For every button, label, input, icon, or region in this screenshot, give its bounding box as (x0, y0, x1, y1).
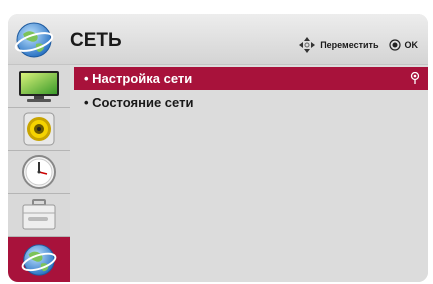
ok-button-icon (388, 39, 401, 51)
sidebar-item-network[interactable] (8, 237, 70, 282)
sidebar-item-time[interactable] (8, 151, 70, 194)
menu-panel: • Настройка сети • Состояние сети (70, 65, 428, 282)
page-title: СЕТЬ (70, 30, 122, 51)
sidebar-item-picture[interactable] (8, 65, 70, 108)
globe-network-icon (21, 243, 57, 276)
speaker-icon (23, 112, 55, 146)
move-hint-label: Переместить (320, 40, 379, 50)
menu-item-network-status[interactable]: • Состояние сети (74, 91, 428, 114)
move-arrows-icon (299, 37, 316, 53)
toolbox-icon (22, 199, 56, 230)
globe-network-icon (14, 22, 54, 58)
ok-hint-label: OK (404, 40, 419, 50)
category-sidebar (8, 65, 70, 282)
header-bar: СЕТЬ Переместить OK (8, 14, 428, 65)
menu-item-label: • Настройка сети (84, 71, 193, 86)
settings-window: СЕТЬ Переместить OK • Настройка сети • С… (8, 14, 428, 282)
menu-item-label: • Состояние сети (84, 95, 194, 110)
navigation-hint: Переместить OK (298, 36, 418, 54)
sidebar-item-options[interactable] (8, 194, 70, 237)
sidebar-item-audio[interactable] (8, 108, 70, 151)
tv-screen-icon (19, 71, 59, 102)
microphone-icon (410, 72, 420, 84)
clock-icon (22, 155, 56, 189)
menu-item-network-setup[interactable]: • Настройка сети (74, 67, 428, 90)
